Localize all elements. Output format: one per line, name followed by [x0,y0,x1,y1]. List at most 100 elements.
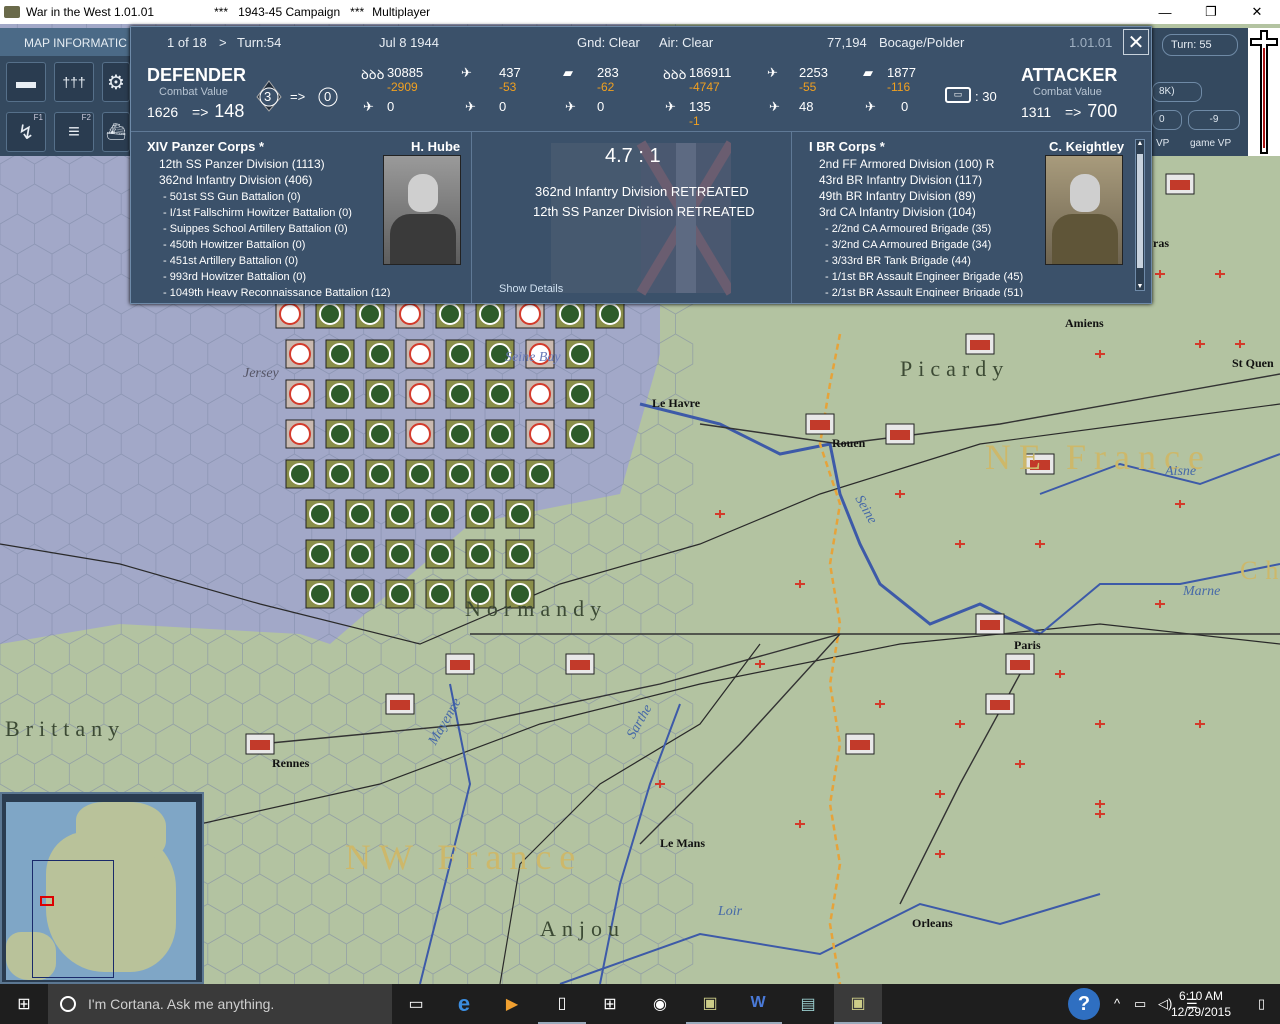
attacker-subunit[interactable]: - 1/1st BR Assault Engineer Brigade (45) [825,271,1023,283]
combat-result: 362nd Infantry Division RETREATED [535,184,749,199]
defender-subunit[interactable]: - 993rd Howitzer Battalion (0) [163,271,306,283]
tank-icon: ▰ [863,65,873,80]
defender-subunit[interactable]: - 450th Howitzer Battalion (0) [163,239,305,251]
river-label-aisne: Aisne [1165,464,1197,479]
close-window-button[interactable]: ✕ [1234,0,1280,24]
network-icon[interactable]: ▭ [1134,996,1146,1012]
attacker-subunit[interactable]: - 2/1st BR Assault Engineer Brigade (51) [825,287,1023,297]
show-details-link[interactable]: Show Details [499,283,563,295]
unit-counter-symbol [429,503,451,525]
hq-marker-flag [1170,180,1190,190]
war-in-the-west-icon[interactable]: ▣ [834,984,882,1024]
defender-corps[interactable]: XIV Panzer Corps * [147,139,264,154]
hq-marker-flag [990,700,1010,710]
attacker-subunit[interactable]: - 3/2nd CA Armoured Brigade (34) [825,239,991,251]
attacker-subunit[interactable]: - 3/33rd BR Tank Brigade (44) [825,255,971,267]
media-player-icon[interactable]: ▶ [488,984,536,1024]
game-launcher-icon[interactable]: ▣ [686,984,734,1024]
unit-counter-symbol [329,463,351,485]
move-mode-button[interactable]: ↯ F1 [6,112,46,152]
app-icon [4,6,20,18]
region-label-normandy: Normandy [465,596,608,621]
attacker-subunit[interactable]: - 2/2nd CA Armoured Brigade (35) [825,223,991,235]
hq-marker-flag [980,620,1000,630]
minimap-view[interactable] [6,802,196,980]
defender-subunit[interactable]: - 1049th Heavy Reconnaissance Battalion … [163,287,390,297]
ground-units-icon: ▬ [16,70,36,93]
unit-counter-symbol [449,423,471,445]
window-titlebar: War in the West 1.01.01 *** 1943-45 Camp… [0,0,1280,24]
task-view-icon[interactable]: ▭ [392,984,440,1024]
attacker-unit[interactable]: 3rd CA Infantry Division (104) [819,205,976,219]
attacker-cv-label: Combat Value [1033,86,1102,98]
next-battle-button[interactable]: > [219,35,227,50]
unit-counter-symbol [309,503,331,525]
unit-counter-symbol [329,343,351,365]
column-divider-left [471,131,472,303]
minimap-viewport-frame[interactable] [32,860,114,978]
edge-icon[interactable]: e [440,984,488,1024]
defender-cv: 1626 => 148 [147,101,244,122]
tray-expand-icon[interactable]: ^ [1114,996,1120,1011]
move-arrow-icon: ↯ [17,121,35,144]
start-button[interactable]: ⊞ [0,984,48,1024]
attacker-tanks: 1877 -116 [887,65,916,94]
unit-counter-symbol [559,303,581,325]
unit-counter-symbol [529,423,551,445]
rail-mode-button[interactable]: ≡ F2 [54,112,94,152]
unit-counter-symbol [469,503,491,525]
system-clock[interactable]: 6:10 AM 12/29/2015 [1166,988,1236,1020]
cv-arrow: => [192,104,209,120]
ground-units-button[interactable]: ▬ [6,62,46,102]
attacker-men-value: 186911 [689,65,732,80]
turn-indicator: Turn: 55 [1162,34,1238,56]
formation-button[interactable]: ††† [54,62,94,102]
region-label-picardy: Picardy [900,356,1010,381]
attacker-aircraft2: 48 [799,99,814,114]
scroll-up-icon[interactable]: ▲ [1136,140,1144,147]
word-icon[interactable]: W [734,984,782,1024]
defender-aircraft2: 0 [499,99,507,114]
air-unit-marker [895,490,905,498]
game-vp-box: -9 [1188,110,1240,130]
action-center-icon[interactable]: ▯ [1258,996,1265,1012]
air-unit-marker [1055,670,1065,678]
store-icon[interactable]: ⊞ [586,984,634,1024]
defender-unit[interactable]: 362nd Infantry Division (406) [159,173,312,187]
attacker-unit[interactable]: 49th BR Infantry Division (89) [819,189,976,203]
hp-icon[interactable]: ◉ [636,984,684,1024]
attacker-unit[interactable]: 2nd FF Armored Division (100) R [819,157,994,171]
defender-subunit[interactable]: - 501st SS Gun Battalion (0) [163,191,301,203]
file-icon[interactable]: ▯ [538,984,586,1024]
network-app-icon[interactable]: ▤ [784,984,832,1024]
close-dialog-button[interactable]: ✕ [1123,29,1149,55]
unit-counter-symbol [289,463,311,485]
attacker-tanks-value: 1877 [887,65,916,80]
settings-button[interactable]: ⚙ [102,62,130,102]
defender-subunit[interactable]: - I/1st Fallschirm Howitzer Battalion (0… [163,207,352,219]
attacker-corps[interactable]: I BR Corps * [809,139,885,154]
maximize-button[interactable]: ❐ [1188,0,1234,24]
defender-subunit[interactable]: - 451st Artillery Battalion (0) [163,255,298,267]
attacker-unit[interactable]: 43rd BR Infantry Division (117) [819,173,982,187]
minimap[interactable] [0,792,204,984]
scroll-thumb[interactable] [1137,154,1143,268]
unit-counter-symbol [369,463,391,485]
naval-mode-button[interactable]: ⛴ [102,112,130,152]
unit-counter-symbol [409,423,431,445]
defender-subunit[interactable]: - Suippes School Artillery Battalion (0) [163,223,348,235]
hq-marker-flag [810,420,830,430]
map-information-tab[interactable]: MAP INFORMATIC [0,28,132,56]
minimize-button[interactable]: — [1142,0,1188,24]
cortana-search[interactable]: I'm Cortana. Ask me anything. [48,984,392,1024]
fkey-label: F2 [81,113,91,122]
attacker-commander[interactable]: C. Keightley [1049,139,1124,154]
region-label-anjou: Anjou [540,916,625,941]
defender-unit[interactable]: 12th SS Panzer Division (1113) [159,157,325,171]
unit-counter-symbol [399,303,421,325]
unit-counter-symbol [469,543,491,565]
unit-list-scrollbar[interactable]: ▲ ▼ [1135,139,1145,291]
scroll-down-icon[interactable]: ▼ [1136,283,1144,290]
help-icon[interactable]: ? [1068,988,1100,1020]
defender-commander[interactable]: H. Hube [411,139,460,154]
